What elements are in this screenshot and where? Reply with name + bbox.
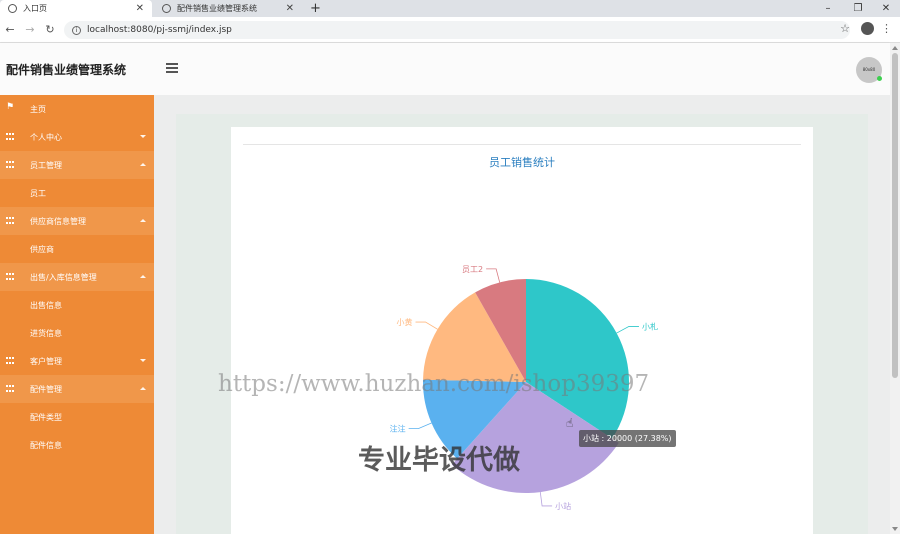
sidebar-item-label: 供应商信息管理 — [30, 216, 86, 226]
sidebar-item-5[interactable]: 供应商 — [0, 235, 154, 263]
pie-label: 小黄 — [397, 317, 413, 327]
pie-label: 小札 — [642, 321, 658, 331]
new-tab-button[interactable]: + — [310, 0, 321, 17]
sidebar-item-0[interactable]: ⚑ 主页 — [0, 95, 154, 123]
browser-tab-active[interactable]: 入口页 ✕ — [0, 0, 152, 17]
close-window-button[interactable]: ✕ — [872, 0, 900, 17]
menu-kebab-icon[interactable]: ⋮ — [881, 22, 892, 35]
grid-menu-icon — [6, 133, 14, 141]
url-text: localhost:8080/pj-ssmj/index.jsp — [87, 25, 232, 35]
browser-tab-inactive[interactable]: 配件销售业绩管理系统 ✕ — [154, 0, 302, 17]
sidebar-item-2[interactable]: 员工管理 — [0, 151, 154, 179]
address-bar: ← → ↻ i localhost:8080/pj-ssmj/index.jsp… — [0, 17, 900, 43]
grid-menu-icon — [6, 161, 14, 169]
pie-label-line — [415, 321, 438, 330]
close-tab-icon[interactable]: ✕ — [286, 3, 294, 14]
scroll-up-arrow-icon[interactable] — [892, 46, 898, 50]
sidebar-item-9[interactable]: 客户管理 — [0, 347, 154, 375]
sidebar-item-1[interactable]: 个人中心 — [0, 123, 154, 151]
chevron-up-icon — [140, 275, 146, 278]
scroll-thumb[interactable] — [892, 53, 898, 378]
app-title: 配件销售业绩管理系统 — [6, 62, 127, 77]
content-panel: 员工销售统计 小札 小站 注注 小黄 员工2 小站 : 20000 (27.38%) ☝ — [176, 114, 868, 534]
main-content: 员工销售统计 小札 小站 注注 小黄 员工2 小站 : 20000 (27.38%) ☝ — [154, 95, 890, 534]
pie-label: 员工2 — [462, 265, 483, 274]
pie-chart[interactable]: 小札小站 注注 小黄 员工2 — [231, 127, 813, 534]
url-input[interactable]: i localhost:8080/pj-ssmj/index.jsp — [64, 21, 850, 39]
sidebar-item-3[interactable]: 员工 — [0, 179, 154, 207]
watermark-text: 专业毕设代做 — [358, 445, 520, 476]
sidebar-item-10[interactable]: 配件管理 — [0, 375, 154, 403]
chart-card: 员工销售统计 小札 小站 注注 小黄 员工2 小站 : 20000 (27.38%) ☝ — [231, 127, 813, 534]
sidebar-item-6[interactable]: 出售/入库信息管理 — [0, 263, 154, 291]
browser-tabstrip: 入口页 ✕ 配件销售业绩管理系统 ✕ + – ❐ ✕ — [0, 0, 900, 17]
sidebar-item-8[interactable]: 进货信息 — [0, 319, 154, 347]
sidebar-item-12[interactable]: 配件信息 — [0, 431, 154, 459]
sidebar-item-label: 配件类型 — [30, 412, 62, 422]
pie-label-line — [408, 422, 432, 429]
bookmark-star-icon[interactable]: ☆ — [840, 22, 850, 35]
hamburger-menu-icon[interactable] — [166, 63, 178, 75]
sidebar-item-label: 配件信息 — [30, 440, 62, 450]
chevron-up-icon — [140, 387, 146, 390]
sidebar-item-label: 进货信息 — [30, 328, 62, 338]
minimize-window-button[interactable]: – — [814, 0, 842, 17]
sidebar-item-label: 配件管理 — [30, 384, 62, 394]
scroll-down-arrow-icon[interactable] — [892, 527, 898, 531]
sidebar: ⚑ 主页个人中心员工管理员工供应商信息管理 供应商出售/入库信息管理 出售信息进货信息… — [0, 95, 154, 534]
page-scrollbar[interactable] — [890, 43, 900, 534]
sidebar-item-label: 出售/入库信息管理 — [30, 272, 97, 282]
tab-label: 配件销售业绩管理系统 — [177, 4, 257, 13]
flag-icon: ⚑ — [6, 102, 15, 112]
grid-menu-icon — [6, 273, 14, 281]
pie-label-line — [539, 492, 553, 507]
online-status-dot — [877, 76, 882, 81]
grid-menu-icon — [6, 357, 14, 365]
sidebar-item-label: 员工管理 — [30, 160, 62, 170]
sidebar-item-label: 个人中心 — [30, 132, 62, 142]
chevron-up-icon — [140, 163, 146, 166]
account-icon[interactable] — [861, 22, 874, 35]
close-tab-icon[interactable]: ✕ — [136, 3, 144, 14]
sidebar-item-label: 出售信息 — [30, 300, 62, 310]
sidebar-item-label: 供应商 — [30, 244, 54, 254]
maximize-window-button[interactable]: ❐ — [844, 0, 872, 17]
chevron-down-icon — [140, 359, 146, 362]
grid-menu-icon — [6, 217, 14, 225]
sidebar-item-7[interactable]: 出售信息 — [0, 291, 154, 319]
chart-tooltip: 小站 : 20000 (27.38%) — [579, 430, 676, 447]
globe-icon — [162, 4, 171, 13]
sidebar-item-label: 主页 — [30, 104, 46, 114]
pie-label: 注注 — [390, 424, 406, 434]
sidebar-item-label: 员工 — [30, 188, 46, 198]
info-icon[interactable]: i — [72, 25, 81, 35]
grid-menu-icon — [6, 385, 14, 393]
app-header: 配件销售业绩管理系统 80x80 — [0, 43, 890, 95]
sidebar-item-4[interactable]: 供应商信息管理 — [0, 207, 154, 235]
sidebar-item-label: 客户管理 — [30, 356, 62, 366]
pie-label-line — [616, 326, 639, 334]
sidebar-item-11[interactable]: 配件类型 — [0, 403, 154, 431]
forward-arrow-icon[interactable]: → — [20, 23, 40, 36]
hand-cursor-icon: ☝ — [566, 416, 574, 430]
back-arrow-icon[interactable]: ← — [0, 23, 20, 36]
tab-label: 入口页 — [23, 4, 47, 13]
chevron-down-icon — [140, 135, 146, 138]
watermark-url: https://www.huzhan.com/ishop39397 — [218, 371, 650, 397]
pie-label: 小站 — [555, 501, 571, 511]
chevron-up-icon — [140, 219, 146, 222]
reload-icon[interactable]: ↻ — [40, 23, 60, 36]
pie-label-line — [486, 268, 501, 283]
globe-icon — [8, 4, 17, 13]
